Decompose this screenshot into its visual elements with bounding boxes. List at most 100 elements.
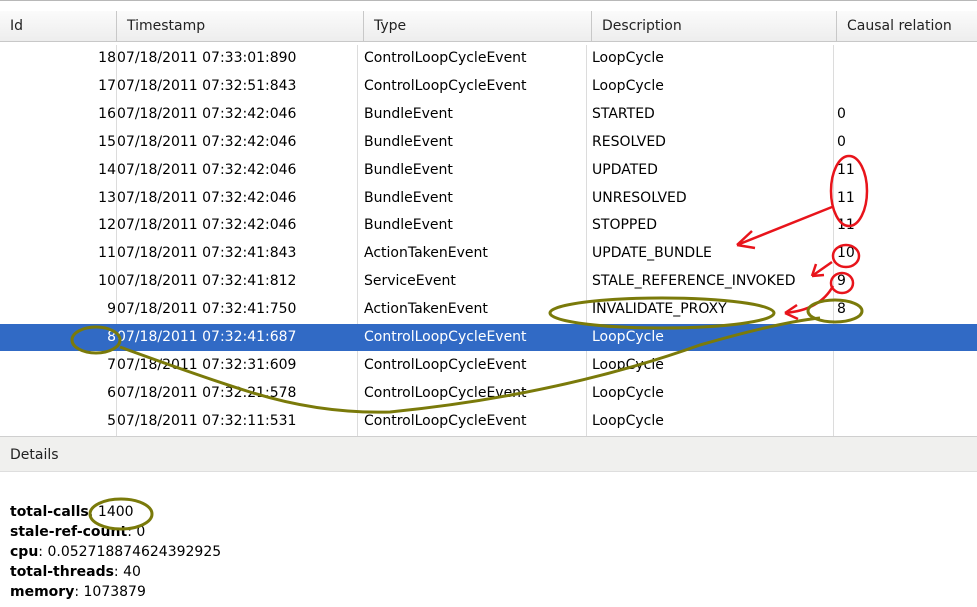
column-header-timestamp[interactable]: Timestamp bbox=[117, 11, 364, 41]
detail-key: total-threads bbox=[10, 564, 114, 580]
cell-type: BundleEvent bbox=[364, 161, 453, 178]
cell-description: LoopCycle bbox=[592, 356, 664, 373]
cell-timestamp: 07/18/2011 07:32:42:046 bbox=[117, 133, 297, 150]
detail-value: 1073879 bbox=[83, 584, 146, 600]
table-header: Id Timestamp Type Description Causal rel… bbox=[0, 11, 977, 42]
detail-line: stale-ref-count: 0 bbox=[10, 522, 145, 542]
table-row[interactable]: 18 07/18/2011 07:33:01:890 ControlLoopCycl… bbox=[0, 45, 977, 72]
cell-id: 8 bbox=[107, 329, 116, 345]
cell-type: ControlLoopCycleEvent bbox=[364, 412, 527, 429]
cell-description: LoopCycle bbox=[592, 384, 664, 401]
cell-causal-relation bbox=[837, 73, 977, 100]
cell-type: ActionTakenEvent bbox=[364, 245, 488, 262]
cell-timestamp: 07/18/2011 07:32:21:578 bbox=[117, 384, 297, 401]
cell-id: 16 bbox=[98, 105, 116, 122]
cell-id: 11 bbox=[98, 245, 116, 262]
table-row[interactable]: 9 07/18/2011 07:32:41:750 ActionTakenEvent… bbox=[0, 296, 977, 323]
cell-timestamp: 07/18/2011 07:32:41:843 bbox=[117, 245, 297, 262]
column-header-causal-relation[interactable]: Causal relation bbox=[837, 11, 977, 41]
cell-type: ControlLoopCycleEvent bbox=[364, 384, 527, 401]
table-row[interactable]: 7 07/18/2011 07:32:31:609 ControlLoopCycle… bbox=[0, 352, 977, 379]
table-row[interactable]: 15 07/18/2011 07:32:42:046 BundleEvent RESO… bbox=[0, 129, 977, 156]
cell-type: ServiceEvent bbox=[364, 273, 456, 290]
cell-description: RESOLVED bbox=[592, 133, 666, 150]
detail-value: 40 bbox=[123, 564, 141, 580]
cell-causal-relation: 11 bbox=[837, 217, 855, 234]
cell-timestamp: 07/18/2011 07:32:42:046 bbox=[117, 161, 297, 178]
table-row[interactable]: 13 07/18/2011 07:32:42:046 BundleEvent UNRE… bbox=[0, 185, 977, 212]
cell-id: 6 bbox=[107, 384, 116, 401]
cell-description: UPDATED bbox=[592, 161, 658, 178]
cell-description: UNRESOLVED bbox=[592, 189, 687, 206]
cell-description: LoopCycle bbox=[592, 77, 664, 94]
details-header: Details bbox=[0, 436, 977, 472]
cell-causal-relation bbox=[837, 324, 977, 351]
cell-id: 12 bbox=[98, 217, 116, 234]
cell-type: BundleEvent bbox=[364, 105, 453, 122]
cell-description: INVALIDATE_PROXY bbox=[592, 301, 727, 318]
cell-type: BundleEvent bbox=[364, 217, 453, 234]
cell-type: ControlLoopCycleEvent bbox=[364, 329, 527, 345]
table-row[interactable]: 8 07/18/2011 07:32:41:687 ControlLoopCycle… bbox=[0, 324, 977, 351]
table-row[interactable]: 14 07/18/2011 07:32:42:046 BundleEvent UPDA… bbox=[0, 157, 977, 184]
cell-timestamp: 07/18/2011 07:33:01:890 bbox=[117, 50, 297, 66]
cell-causal-relation bbox=[837, 408, 977, 435]
cell-id: 9 bbox=[107, 301, 116, 318]
cell-causal-relation bbox=[837, 380, 977, 407]
table-row[interactable]: 16 07/18/2011 07:32:42:046 BundleEvent STAR… bbox=[0, 101, 977, 128]
cell-timestamp: 07/18/2011 07:32:42:046 bbox=[117, 189, 297, 206]
cell-causal-relation: 10 bbox=[837, 245, 855, 262]
cell-description: LoopCycle bbox=[592, 329, 664, 345]
table-row[interactable]: 6 07/18/2011 07:32:21:578 ControlLoopCycle… bbox=[0, 380, 977, 407]
cell-description: UPDATE_BUNDLE bbox=[592, 245, 712, 262]
cell-id: 5 bbox=[107, 412, 116, 429]
cell-causal-relation: 9 bbox=[837, 273, 846, 290]
cell-causal-relation bbox=[837, 352, 977, 379]
detail-separator: : bbox=[88, 504, 98, 520]
cell-timestamp: 07/18/2011 07:32:41:750 bbox=[117, 301, 297, 318]
detail-key: total-calls bbox=[10, 504, 89, 520]
column-header-id[interactable]: Id bbox=[0, 11, 117, 41]
cell-timestamp: 07/18/2011 07:32:41:812 bbox=[117, 273, 297, 290]
detail-key: stale-ref-count bbox=[10, 524, 128, 540]
cell-timestamp: 07/18/2011 07:32:11:531 bbox=[117, 412, 297, 429]
cell-description: LoopCycle bbox=[592, 412, 664, 429]
cell-id: 13 bbox=[98, 189, 116, 206]
cell-timestamp: 07/18/2011 07:32:41:687 bbox=[117, 329, 297, 345]
cell-timestamp: 07/18/2011 07:32:42:046 bbox=[117, 105, 297, 122]
table-row[interactable]: 17 07/18/2011 07:32:51:843 ControlLoopCycl… bbox=[0, 73, 977, 100]
column-header-type[interactable]: Type bbox=[364, 11, 592, 41]
detail-separator: : bbox=[113, 564, 124, 580]
cell-id: 15 bbox=[98, 133, 116, 150]
cell-timestamp: 07/18/2011 07:32:42:046 bbox=[117, 217, 297, 234]
detail-key: memory bbox=[10, 584, 75, 600]
detail-line: total-calls: 1400 bbox=[10, 502, 134, 522]
cell-timestamp: 07/18/2011 07:32:51:843 bbox=[117, 77, 297, 94]
table-row[interactable]: 10 07/18/2011 07:32:41:812 ServiceEvent STA… bbox=[0, 268, 977, 295]
cell-type: ControlLoopCycleEvent bbox=[364, 356, 527, 373]
cell-id: 14 bbox=[98, 161, 116, 178]
detail-line: cpu: 0.052718874624392925 bbox=[10, 542, 221, 562]
cell-type: BundleEvent bbox=[364, 189, 453, 206]
table-row[interactable]: 12 07/18/2011 07:32:42:046 BundleEvent STOP… bbox=[0, 212, 977, 239]
cell-type: ControlLoopCycleEvent bbox=[364, 77, 527, 94]
cell-type: BundleEvent bbox=[364, 133, 453, 150]
cell-causal-relation: 11 bbox=[837, 189, 855, 206]
cell-description: STALE_REFERENCE_INVOKED bbox=[592, 273, 796, 290]
cell-type: ActionTakenEvent bbox=[364, 301, 488, 318]
cell-id: 17 bbox=[98, 77, 116, 94]
cell-description: STARTED bbox=[592, 105, 655, 122]
event-table: Id Timestamp Type Description Causal rel… bbox=[0, 0, 977, 436]
detail-line: memory: 1073879 bbox=[10, 582, 146, 602]
table-row[interactable]: 5 07/18/2011 07:32:11:531 ControlLoopCycle… bbox=[0, 408, 977, 435]
detail-line: total-threads: 40 bbox=[10, 562, 141, 582]
column-header-description[interactable]: Description bbox=[592, 11, 837, 41]
cell-id: 10 bbox=[98, 273, 116, 290]
table-row[interactable]: 11 07/18/2011 07:32:41:843 ActionTakenEven… bbox=[0, 240, 977, 267]
cell-timestamp: 07/18/2011 07:32:31:609 bbox=[117, 356, 297, 373]
cell-description: LoopCycle bbox=[592, 50, 664, 66]
cell-id: 18 bbox=[98, 50, 116, 66]
cell-causal-relation: 0 bbox=[837, 105, 846, 122]
detail-separator: : bbox=[127, 524, 137, 540]
cell-type: ControlLoopCycleEvent bbox=[364, 50, 527, 66]
